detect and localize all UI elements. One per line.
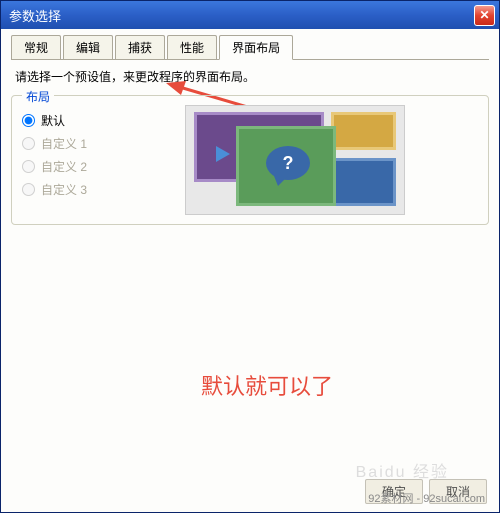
preview-box: ? bbox=[185, 105, 405, 215]
radio-custom3[interactable]: 自定义 3 bbox=[22, 181, 112, 198]
tab-bar: 常规 编辑 捕获 性能 界面布局 bbox=[11, 35, 489, 60]
watermark-site: 92素材网 - 92sucai.com bbox=[368, 490, 485, 506]
tab-general[interactable]: 常规 bbox=[11, 35, 61, 59]
radio-custom2[interactable]: 自定义 2 bbox=[22, 158, 112, 175]
close-button[interactable]: ✕ bbox=[474, 5, 495, 26]
preview-help-bubble: ? bbox=[266, 146, 310, 180]
preview-panel-yellow bbox=[331, 112, 396, 150]
close-icon: ✕ bbox=[479, 8, 489, 22]
annotation-text: 默认就可以了 bbox=[201, 369, 333, 401]
radio-default-input[interactable] bbox=[22, 114, 35, 127]
radio-custom1-input[interactable] bbox=[22, 137, 35, 150]
settings-window: 参数选择 ✕ 常规 编辑 捕获 性能 界面布局 请选择一个预设值，来更改程序的界… bbox=[0, 0, 500, 513]
radio-custom3-input[interactable] bbox=[22, 183, 35, 196]
layout-group: 布局 默认 自定义 1 自定义 2 自定义 3 bbox=[11, 95, 489, 225]
radio-group: 默认 自定义 1 自定义 2 自定义 3 bbox=[22, 106, 112, 214]
tab-edit[interactable]: 编辑 bbox=[63, 35, 113, 59]
window-title: 参数选择 bbox=[9, 6, 474, 25]
preview-panel-blue bbox=[331, 158, 396, 206]
tab-capture[interactable]: 捕获 bbox=[115, 35, 165, 59]
layout-legend: 布局 bbox=[22, 88, 54, 105]
radio-default[interactable]: 默认 bbox=[22, 112, 112, 129]
preview-arrow-icon bbox=[216, 146, 230, 162]
content-area: 常规 编辑 捕获 性能 界面布局 请选择一个预设值，来更改程序的界面布局。 布局… bbox=[1, 29, 499, 512]
instruction-text: 请选择一个预设值，来更改程序的界面布局。 bbox=[15, 68, 489, 85]
layout-preview: ? bbox=[112, 106, 478, 214]
radio-custom2-input[interactable] bbox=[22, 160, 35, 173]
question-icon: ? bbox=[283, 153, 294, 174]
titlebar: 参数选择 ✕ bbox=[1, 1, 499, 29]
radio-custom1[interactable]: 自定义 1 bbox=[22, 135, 112, 152]
tab-layout[interactable]: 界面布局 bbox=[219, 35, 293, 60]
tab-performance[interactable]: 性能 bbox=[167, 35, 217, 59]
